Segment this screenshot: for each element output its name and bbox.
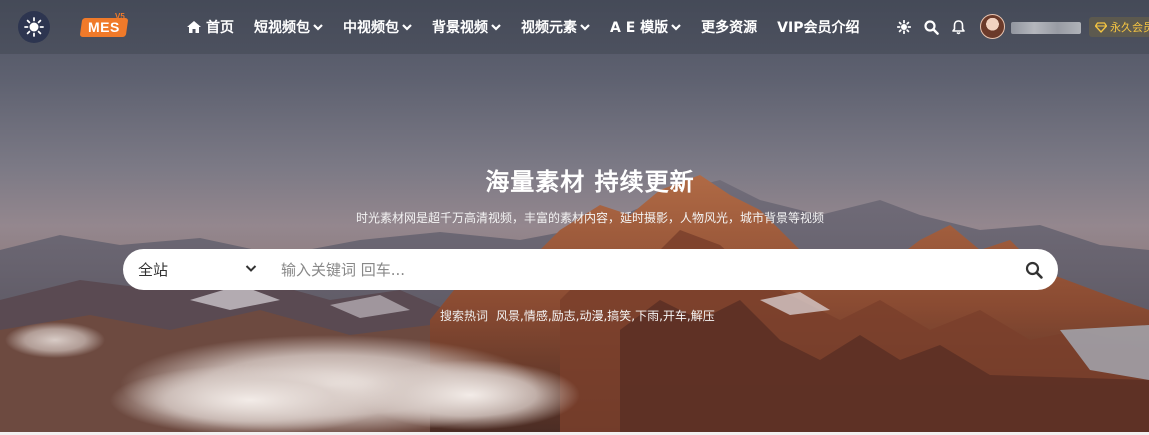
nav-item-label: 视频元素 xyxy=(521,20,577,36)
nav-item-label: 首页 xyxy=(206,20,234,36)
avatar[interactable] xyxy=(980,14,1005,39)
hero-title: 海量素材 持续更新 xyxy=(485,168,695,196)
chevron-down-icon xyxy=(491,24,501,31)
nav-item-label: 更多资源 xyxy=(701,20,758,36)
logo-version: V5 xyxy=(115,12,125,21)
chevron-down-icon xyxy=(580,24,590,31)
nav-item-more-resources[interactable]: 更多资源 xyxy=(701,17,757,37)
search-icon xyxy=(1025,261,1043,279)
home-icon xyxy=(187,21,201,33)
search-icon[interactable] xyxy=(922,18,940,36)
nav-item-vip-intro[interactable]: VIP会员介绍 xyxy=(777,17,859,37)
vip-status-label: 永久会员 xyxy=(1110,21,1149,34)
chevron-down-icon xyxy=(245,265,257,272)
site-logo-icon[interactable] xyxy=(18,11,50,43)
search-scope-label: 全站 xyxy=(138,261,169,279)
search-scope-select[interactable]: 全站 xyxy=(138,249,263,290)
nav-item-label: A E 模版 xyxy=(610,20,669,36)
username-redacted[interactable] xyxy=(1011,22,1081,34)
vip-status-badge[interactable]: 永久会员 xyxy=(1089,17,1149,37)
chevron-down-icon xyxy=(402,24,412,31)
logo-text: MES xyxy=(88,19,120,35)
chevron-down-icon xyxy=(313,24,323,31)
nav-item-background-video[interactable]: 背景视频 xyxy=(432,17,501,37)
diamond-icon xyxy=(1095,21,1107,33)
search-input[interactable] xyxy=(281,255,1001,284)
nav-item-short-video[interactable]: 短视频包 xyxy=(254,17,323,37)
nav-icon-group xyxy=(895,18,976,36)
nav-item-ae-templates[interactable]: A E 模版 xyxy=(610,17,681,37)
main-nav: 首页 短视频包 中视频包 背景视频 视频元素 A E 模版 更多资源 VIP会员… xyxy=(186,17,879,37)
chevron-down-icon xyxy=(671,24,681,31)
hot-search-words[interactable]: 风景,情感,励志,动漫,搞笑,下雨,开车,解压 xyxy=(496,307,715,325)
nav-item-label: 短视频包 xyxy=(254,20,310,36)
nav-item-mid-video[interactable]: 中视频包 xyxy=(343,17,412,37)
nav-item-home[interactable]: 首页 xyxy=(186,17,234,37)
nav-item-label: 背景视频 xyxy=(432,20,488,36)
site-logo[interactable]: MES V5 xyxy=(79,12,129,38)
hero-subtitle: 时光素材网是超千万高清视频，丰富的素材内容，延时摄影，人物风光，城市背景等视频 xyxy=(355,211,824,225)
nav-item-video-elements[interactable]: 视频元素 xyxy=(521,17,590,37)
top-navbar: MES V5 首页 短视频包 中视频包 背景视频 视频元素 A E 模版 更多资… xyxy=(0,0,1149,54)
theme-toggle-icon[interactable] xyxy=(895,18,913,36)
nav-item-label: 中视频包 xyxy=(343,20,399,36)
hot-search-label: 搜索热词 xyxy=(440,309,489,323)
nav-item-label: VIP会员介绍 xyxy=(777,20,860,36)
bell-icon[interactable] xyxy=(949,18,967,36)
search-bar: 全站 xyxy=(123,249,1058,290)
search-submit-button[interactable] xyxy=(1023,259,1045,281)
hot-search: 搜索热词 风景,情感,励志,动漫,搞笑,下雨,开车,解压 xyxy=(440,307,715,325)
